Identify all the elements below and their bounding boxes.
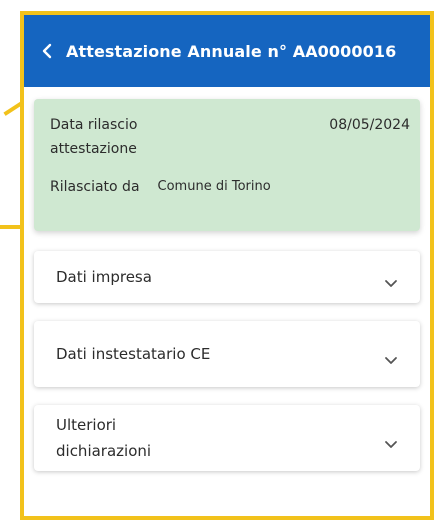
accordion-dati-intestatario[interactable]: Dati instestatario CE <box>34 321 420 387</box>
app-header: Attestazione Annuale n° AA0000016 <box>24 15 430 87</box>
accordion-label: Dati impresa <box>56 268 152 286</box>
chevron-left-icon[interactable] <box>42 41 56 61</box>
accordion-label: Ulteriori dichiarazioni <box>56 416 152 460</box>
page-title: Attestazione Annuale n° AA0000016 <box>66 41 397 61</box>
mobile-screen: Attestazione Annuale n° AA0000016 Data r… <box>20 11 434 520</box>
accordion-label: Dati instestatario CE <box>56 345 211 363</box>
data-rilascio-label: Data rilascio attestazione <box>50 117 138 157</box>
accordion-dati-impresa[interactable]: Dati impresa <box>34 251 420 303</box>
rilasciato-da-label: Rilasciato da <box>50 179 140 195</box>
accordion-ulteriori-dichiarazioni[interactable]: Ulteriori dichiarazioni <box>34 405 420 471</box>
chevron-down-icon <box>384 350 398 364</box>
chevron-down-icon <box>384 273 398 287</box>
chevron-down-icon <box>384 434 398 448</box>
attestation-info-card: Data rilascio attestazione 08/05/2024 Ri… <box>34 99 420 231</box>
rilasciato-da-value: Comune di Torino <box>157 179 271 194</box>
data-rilascio-value: 08/05/2024 <box>329 117 410 133</box>
